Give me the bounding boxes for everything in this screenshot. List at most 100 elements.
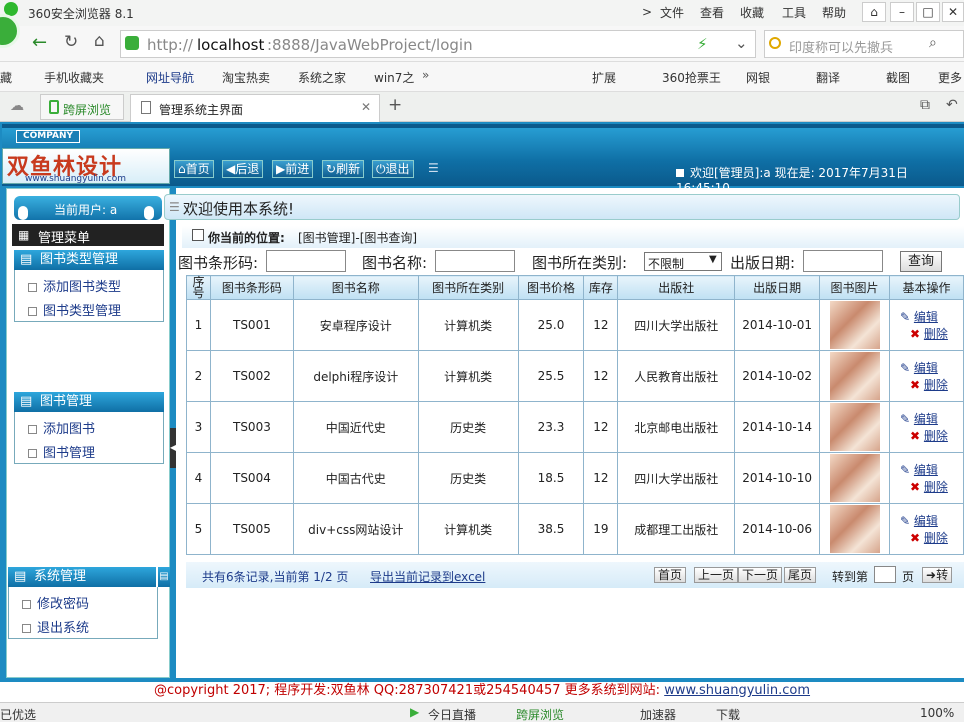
table-cell: 12 — [583, 350, 619, 402]
search-icon[interactable]: ⌕ — [929, 35, 937, 51]
fav-more[interactable]: 更多 — [938, 69, 962, 86]
pin-icon[interactable]: ⌂ — [862, 2, 886, 22]
undo-icon[interactable]: ↶ — [946, 97, 958, 113]
status-accelerator[interactable]: 加速器 — [640, 706, 676, 723]
fav-ticket[interactable]: 360抢票王 — [662, 69, 721, 86]
menu-favorites[interactable]: 收藏 — [740, 4, 764, 21]
export-excel-link[interactable]: 导出当前记录到excel — [370, 568, 485, 585]
last-page-button[interactable]: 尾页 — [784, 567, 817, 583]
welcome-message: 欢迎使用本系统! — [183, 200, 295, 218]
edit-link[interactable]: 编辑 — [914, 463, 938, 477]
status-download[interactable]: 下载 — [716, 706, 740, 723]
go-button[interactable]: ➜转 — [922, 567, 953, 583]
section-book[interactable]: ▤ 图书管理 — [14, 392, 164, 412]
more-favorites-icon[interactable]: » — [422, 68, 429, 82]
link-manage-book[interactable]: 图书管理 — [28, 442, 95, 461]
fav-screenshot[interactable]: 截图 — [886, 69, 910, 86]
tree-node-icon — [28, 283, 37, 292]
link-manage-book-type[interactable]: 图书类型管理 — [28, 300, 121, 319]
address-bar[interactable]: http:// localhost :8888/JavaWebProject/l… — [120, 30, 756, 58]
home-icon[interactable]: ⌂ — [94, 31, 105, 51]
menu-chevron-icon[interactable]: > — [642, 5, 652, 19]
fav-navigation[interactable]: 网址导航 — [146, 69, 194, 86]
delete-link[interactable]: 删除 — [924, 480, 948, 494]
fav-bank[interactable]: 网银 — [746, 69, 770, 86]
book-type-select[interactable]: 不限制 ▼ — [644, 252, 722, 271]
book-photo[interactable] — [829, 454, 880, 502]
section-book-type[interactable]: ▤ 图书类型管理 — [14, 250, 164, 270]
link-add-book[interactable]: 添加图书 — [28, 418, 95, 437]
edit-link[interactable]: 编辑 — [914, 361, 938, 375]
edit-link[interactable]: 编辑 — [914, 412, 938, 426]
menu-file[interactable]: 文件 — [660, 4, 684, 21]
prev-page-button[interactable]: 上一页 — [694, 567, 739, 583]
nav-home-button[interactable]: ⌂首页 — [174, 160, 214, 178]
goto-page-input[interactable] — [874, 566, 896, 583]
table-cell: 计算机类 — [417, 350, 519, 402]
book-photo[interactable] — [829, 301, 880, 349]
nav-refresh-button[interactable]: ↻刷新 — [322, 160, 365, 178]
search-box[interactable]: 印度称可以先撤兵 ⌕ — [764, 30, 964, 58]
fav-xitong[interactable]: 系统之家 — [298, 69, 346, 86]
book-photo[interactable] — [829, 352, 880, 400]
actions-cell: ✎ 编辑 ✖ 删除 — [889, 401, 964, 453]
chevron-down-icon[interactable]: ⌄ — [735, 34, 748, 52]
col-name: 图书名称 — [292, 275, 419, 300]
delete-icon: ✖ — [910, 378, 921, 392]
link-exit-system[interactable]: 退出系统 — [22, 617, 89, 636]
close-window-icon[interactable]: ✕ — [942, 2, 964, 22]
tab-cross-screen[interactable]: 跨屏浏览 — [40, 94, 124, 120]
refresh-icon[interactable]: ↻ — [64, 32, 78, 52]
edit-link[interactable]: 编辑 — [914, 310, 938, 324]
first-page-button[interactable]: 首页 — [654, 567, 687, 583]
maximize-icon[interactable]: □ — [916, 2, 940, 22]
delete-link[interactable]: 删除 — [924, 531, 948, 545]
collapse-icon[interactable]: ▤ — [158, 567, 170, 587]
delete-icon: ✖ — [910, 327, 921, 341]
fav-mobile[interactable]: 手机收藏夹 — [44, 69, 104, 86]
back-icon[interactable]: ← — [32, 32, 47, 53]
square-icon — [676, 169, 684, 177]
book-photo[interactable] — [829, 505, 880, 553]
tab-active-label: 管理系统主界面 — [159, 103, 244, 117]
fav-taobao[interactable]: 淘宝热卖 — [222, 69, 270, 86]
footer-link[interactable]: www.shuangyulin.com — [664, 683, 810, 698]
next-page-button[interactable]: 下一页 — [738, 567, 783, 583]
book-name-input[interactable] — [435, 250, 515, 272]
actions-cell: ✎ 编辑 ✖ 删除 — [889, 452, 964, 504]
delete-link[interactable]: 删除 — [924, 378, 948, 392]
menu-tools[interactable]: 工具 — [782, 4, 806, 21]
query-button[interactable]: 查询 — [900, 251, 942, 272]
nav-back-button[interactable]: ◀后退 — [222, 160, 264, 178]
browser-title-bar: 360安全浏览器 8.1 > 文件 查看 收藏 工具 帮助 ⌂ – □ ✕ — [0, 0, 964, 26]
delete-link[interactable]: 删除 — [924, 327, 948, 341]
fav-item-0[interactable]: 藏 — [0, 69, 12, 86]
nav-exit-button[interactable]: ⏻退出 — [372, 160, 414, 178]
minimize-icon[interactable]: – — [890, 2, 914, 22]
fav-translate[interactable]: 翻译 — [816, 69, 840, 86]
publish-date-input[interactable] — [803, 250, 883, 272]
cloud-icon[interactable]: ☁ — [10, 98, 24, 114]
new-tab-icon[interactable]: + — [388, 95, 402, 115]
menu-help[interactable]: 帮助 — [822, 4, 846, 21]
speed-icon[interactable]: ⚡ — [697, 35, 708, 53]
barcode-input[interactable] — [266, 250, 346, 272]
section-system[interactable]: ▤ 系统管理 — [8, 567, 156, 587]
nav-forward-button[interactable]: ▶前进 — [272, 160, 314, 178]
link-add-book-type[interactable]: 添加图书类型 — [28, 276, 121, 295]
fav-extension[interactable]: 扩展 — [592, 69, 616, 86]
link-change-password[interactable]: 修改密码 — [22, 593, 89, 612]
restore-tab-icon[interactable]: ⧉ — [920, 97, 930, 113]
delete-link[interactable]: 删除 — [924, 429, 948, 443]
menu-view[interactable]: 查看 — [700, 4, 724, 21]
tab-active[interactable]: 管理系统主界面 ✕ — [130, 94, 380, 122]
tab-close-icon[interactable]: ✕ — [361, 100, 371, 114]
edit-link[interactable]: 编辑 — [914, 514, 938, 528]
delete-icon: ✖ — [910, 429, 921, 443]
book-photo[interactable] — [829, 403, 880, 451]
status-cross-screen[interactable]: 跨屏浏览 — [516, 706, 564, 723]
fav-win7[interactable]: win7之 — [374, 69, 414, 86]
location-value: [图书管理]-[图书查询] — [298, 231, 418, 245]
zoom-level[interactable]: 100% — [920, 706, 954, 720]
status-live[interactable]: 今日直播 — [428, 706, 476, 723]
